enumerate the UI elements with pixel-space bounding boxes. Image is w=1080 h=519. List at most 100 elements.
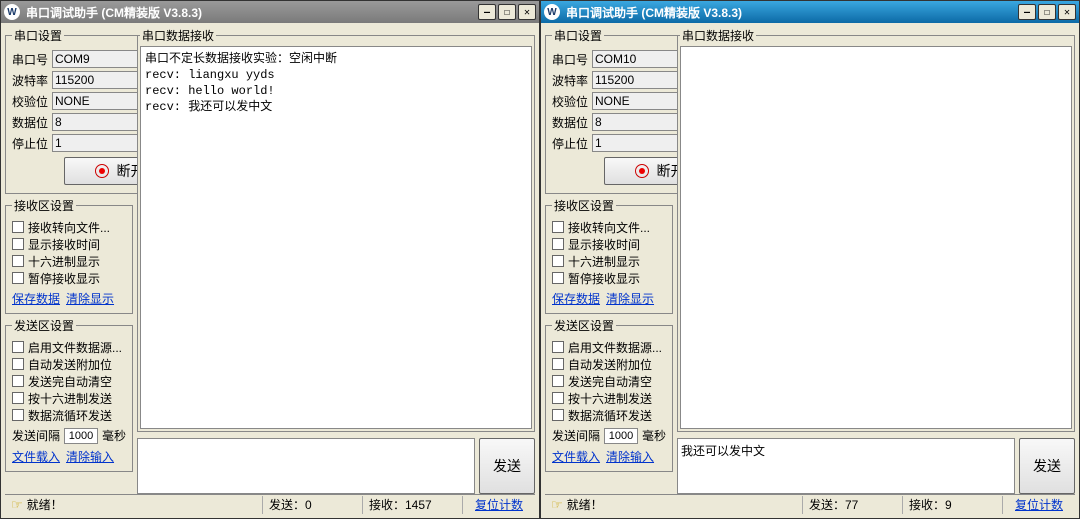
window-title: 串口调试助手 (CM精装版 V3.8.3) [566,4,742,21]
interval-unit: 毫秒 [642,427,666,444]
sent-label: 发送： [269,496,305,513]
titlebar[interactable]: W 串口调试助手 (CM精装版 V3.8.3) —☐✕ [541,1,1079,23]
send-opt-3-checkbox[interactable] [552,392,564,404]
recv-data-box [680,46,1072,429]
send-button[interactable]: 发送 [1019,438,1075,494]
send-settings-group: 发送区设置启用文件数据源...自动发送附加位发送完自动清空按十六进制发送数据流循… [5,317,133,472]
send-opt-3-label: 按十六进制发送 [568,390,652,407]
sent-label: 发送： [809,496,845,513]
send-opt-3-checkbox[interactable] [12,392,24,404]
interval-input[interactable] [604,428,638,444]
recv-data-group: 串口数据接收 [677,27,1075,432]
recv-opt-3-label: 暂停接收显示 [568,270,640,287]
minimize-button[interactable]: — [478,4,496,20]
record-icon [635,164,649,178]
recv-opt-2-checkbox[interactable] [552,255,564,267]
recv-data-legend: 串口数据接收 [140,27,216,44]
send-settings-legend: 发送区设置 [552,317,616,334]
send-settings-group: 发送区设置启用文件数据源...自动发送附加位发送完自动清空按十六进制发送数据流循… [545,317,673,472]
recv-data-group: 串口数据接收串口不定长数据接收实验：空闲中断 recv: liangxu yyd… [137,27,535,432]
stop-label: 停止位 [552,135,590,152]
stop-label: 停止位 [12,135,50,152]
data-label: 数据位 [12,114,50,131]
baud-label: 波特率 [12,72,50,89]
minimize-button[interactable]: — [1018,4,1036,20]
send-opt-1-checkbox[interactable] [12,358,24,370]
recv-data-legend: 串口数据接收 [680,27,756,44]
send-opt-4-label: 数据流循环发送 [568,407,652,424]
reset-count-link[interactable]: 复位计数 [469,496,529,513]
recv-opt-0-checkbox[interactable] [12,221,24,233]
status-bar: ☞就绪！ 发送：0 接收：1457 复位计数 [5,494,535,514]
send-opt-0-checkbox[interactable] [12,341,24,353]
app-icon: W [544,4,560,20]
file-load-link[interactable]: 文件载入 [12,448,60,465]
sent-value: 0 [305,498,312,512]
recv-opt-0-label: 接收转向文件... [568,219,650,236]
interval-label: 发送间隔 [552,427,600,444]
reset-count-link[interactable]: 复位计数 [1009,496,1069,513]
send-opt-1-label: 自动发送附加位 [28,356,112,373]
interval-unit: 毫秒 [102,427,126,444]
port-label: 串口号 [12,51,50,68]
data-label: 数据位 [552,114,590,131]
titlebar[interactable]: W 串口调试助手 (CM精装版 V3.8.3) —☐✕ [1,1,539,23]
maximize-button[interactable]: ☐ [498,4,516,20]
sent-value: 77 [845,498,858,512]
recv-label: 接收： [369,496,405,513]
recv-opt-3-checkbox[interactable] [552,272,564,284]
send-opt-2-checkbox[interactable] [12,375,24,387]
send-button[interactable]: 发送 [479,438,535,494]
interval-label: 发送间隔 [12,427,60,444]
recv-label: 接收： [909,496,945,513]
recv-opt-2-label: 十六进制显示 [568,253,640,270]
status-ready: 就绪！ [567,496,603,513]
file-load-link[interactable]: 文件载入 [552,448,600,465]
send-input[interactable] [137,438,475,494]
recv-opt-1-label: 显示接收时间 [28,236,100,253]
status-ready: 就绪！ [27,496,63,513]
recv-value: 9 [945,498,952,512]
maximize-button[interactable]: ☐ [1038,4,1056,20]
baud-label: 波特率 [552,72,590,89]
recv-data-box: 串口不定长数据接收实验：空闲中断 recv: liangxu yyds recv… [140,46,532,429]
status-bar: ☞就绪！发送：77接收：9复位计数 [545,494,1075,514]
port-settings-legend: 串口设置 [552,27,604,44]
send-opt-2-label: 发送完自动清空 [28,373,112,390]
send-opt-4-checkbox[interactable] [12,409,24,421]
save-data-link[interactable]: 保存数据 [552,290,600,307]
send-opt-0-checkbox[interactable] [552,341,564,353]
window-title: 串口调试助手 (CM精装版 V3.8.3) [26,4,202,21]
hand-icon: ☞ [11,497,23,513]
recv-opt-3-checkbox[interactable] [12,272,24,284]
app-window: W串口调试助手 (CM精装版 V3.8.3)—☐✕串口设置串口号▼波特率▼校验位… [0,0,540,519]
port-settings-legend: 串口设置 [12,27,64,44]
send-input[interactable] [677,438,1015,494]
interval-input[interactable] [64,428,98,444]
recv-opt-1-checkbox[interactable] [552,238,564,250]
recv-opt-2-label: 十六进制显示 [28,253,100,270]
clear-input-link[interactable]: 清除输入 [66,448,114,465]
port-label: 串口号 [552,51,590,68]
parity-label: 校验位 [12,93,50,110]
close-button[interactable]: ✕ [1058,4,1076,20]
recv-value: 1457 [405,498,432,512]
recv-opt-1-checkbox[interactable] [12,238,24,250]
send-opt-4-checkbox[interactable] [552,409,564,421]
send-settings-legend: 发送区设置 [12,317,76,334]
recv-opt-0-checkbox[interactable] [552,221,564,233]
recv-opt-3-label: 暂停接收显示 [28,270,100,287]
clear-display-link[interactable]: 清除显示 [606,290,654,307]
send-opt-2-checkbox[interactable] [552,375,564,387]
save-data-link[interactable]: 保存数据 [12,290,60,307]
recv-settings-legend: 接收区设置 [12,197,76,214]
recv-settings-group: 接收区设置接收转向文件...显示接收时间十六进制显示暂停接收显示保存数据清除显示 [545,197,673,314]
app-icon: W [4,4,20,20]
send-opt-1-label: 自动发送附加位 [568,356,652,373]
clear-display-link[interactable]: 清除显示 [66,290,114,307]
recv-opt-2-checkbox[interactable] [12,255,24,267]
recv-opt-1-label: 显示接收时间 [568,236,640,253]
close-button[interactable]: ✕ [518,4,536,20]
send-opt-1-checkbox[interactable] [552,358,564,370]
clear-input-link[interactable]: 清除输入 [606,448,654,465]
